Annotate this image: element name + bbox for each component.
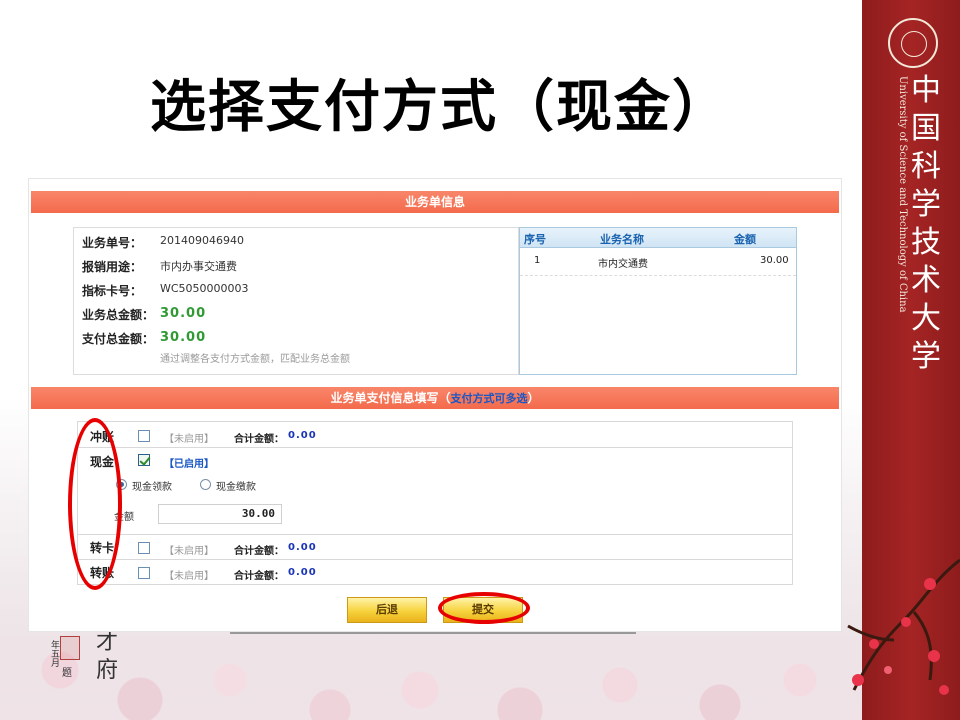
table-header: 序号 业务名称 金额 [520, 228, 796, 248]
cash-amount-input[interactable]: 30.00 [158, 504, 282, 524]
info-label: 业务总金额： [82, 308, 155, 322]
info-value: WC5050000003 [160, 282, 249, 295]
table-cell: 30.00 [760, 255, 789, 266]
business-items-table: 序号 业务名称 金额 1 市内交通费 30.00 [519, 227, 797, 375]
card-status: 【未启用】 [164, 546, 214, 557]
info-value: 30.00 [160, 330, 207, 345]
paren-close: ） [527, 391, 540, 405]
offset-sum-value: 0.00 [288, 430, 317, 441]
back-button[interactable]: 后退 [347, 597, 427, 623]
seal-stamp [60, 636, 80, 660]
info-row-purpose: 报销用途： 市内办事交通费 [82, 258, 512, 278]
transfer-checkbox[interactable] [138, 567, 150, 579]
cash-checkbox[interactable] [138, 454, 150, 466]
business-info-header: 业务单信息 [31, 191, 839, 213]
offset-checkbox[interactable] [138, 430, 150, 442]
cash-pay-radio[interactable] [200, 479, 211, 490]
info-row-order-no: 业务单号： 201409046940 [82, 234, 512, 254]
offset-status: 【未启用】 [164, 434, 214, 445]
info-value: 市内办事交通费 [160, 260, 237, 273]
university-name-en: University of Science and Technology of … [897, 76, 908, 313]
cash-receive-label[interactable]: 现金领款 [132, 478, 172, 493]
method-labels-highlight-ring [68, 418, 122, 590]
table-cell: 市内交通费 [598, 259, 648, 270]
payment-section-title: 业务单支付信息填写 [330, 391, 439, 405]
column-header: 序号 [524, 233, 546, 246]
payment-methods-box: 冲账 【未启用】 合计金额： 0.00 现金 【已启用】 现金领款 现金缴款 金… [77, 421, 793, 585]
info-hint: 通过调整各支付方式金额，匹配业务总金额 [160, 354, 350, 365]
transfer-sum-value: 0.00 [288, 567, 317, 578]
info-label: 业务单号： [82, 236, 143, 250]
divider [78, 447, 792, 448]
transfer-sum-label: 合计金额： [234, 571, 284, 582]
card-checkbox[interactable] [138, 542, 150, 554]
panel-bottom-strip [230, 632, 636, 634]
business-info-box: 业务单号： 201409046940 报销用途： 市内办事交通费 指标卡号： W… [73, 227, 519, 375]
info-label: 指标卡号： [82, 284, 143, 298]
calligraphy-date: 年五月 [49, 640, 59, 667]
info-label: 支付总金额： [82, 332, 155, 346]
card-sum-value: 0.00 [288, 542, 317, 553]
divider [78, 559, 792, 560]
info-row-business-total: 业务总金额： 30.00 [82, 306, 512, 326]
info-row-payment-total: 支付总金额： 30.00 [82, 330, 512, 350]
offset-sum-label: 合计金额： [234, 434, 284, 445]
transfer-status: 【未启用】 [164, 571, 214, 582]
table-row: 1 市内交通费 30.00 [520, 252, 796, 276]
calligraphy-sign: 题 [62, 668, 72, 679]
submit-highlight-ring [438, 592, 530, 624]
payment-info-header: 业务单支付信息填写（支付方式可多选） [31, 387, 839, 409]
divider [78, 534, 792, 535]
university-logo-icon [888, 18, 938, 68]
calligraphy-inscription: 才 府 年五月 题 [48, 626, 158, 686]
cash-pay-label[interactable]: 现金缴款 [216, 478, 256, 493]
slide-title: 选择支付方式（现金） [150, 74, 730, 140]
column-header: 业务名称 [600, 233, 644, 246]
card-sum-label: 合计金额： [234, 546, 284, 557]
table-cell: 1 [534, 255, 541, 266]
column-header: 金额 [734, 233, 756, 246]
calligraphy-char: 府 [96, 658, 119, 683]
info-label: 报销用途： [82, 260, 143, 274]
payment-section-note: 支付方式可多选 [450, 392, 528, 405]
info-value: 30.00 [160, 306, 207, 321]
info-row-card-no: 指标卡号： WC5050000003 [82, 282, 512, 302]
info-value: 201409046940 [160, 234, 244, 247]
cash-status: 【已启用】 [164, 459, 214, 470]
university-name-cn-text: 中国科学技术大学 [911, 73, 941, 374]
payment-form-panel: 业务单信息 业务单号： 201409046940 报销用途： 市内办事交通费 指… [28, 178, 842, 632]
paren-open: （ [438, 391, 451, 405]
university-name-cn: 中国科学技术大学 [908, 72, 944, 376]
plum-blossom-branch-icon [847, 558, 960, 695]
